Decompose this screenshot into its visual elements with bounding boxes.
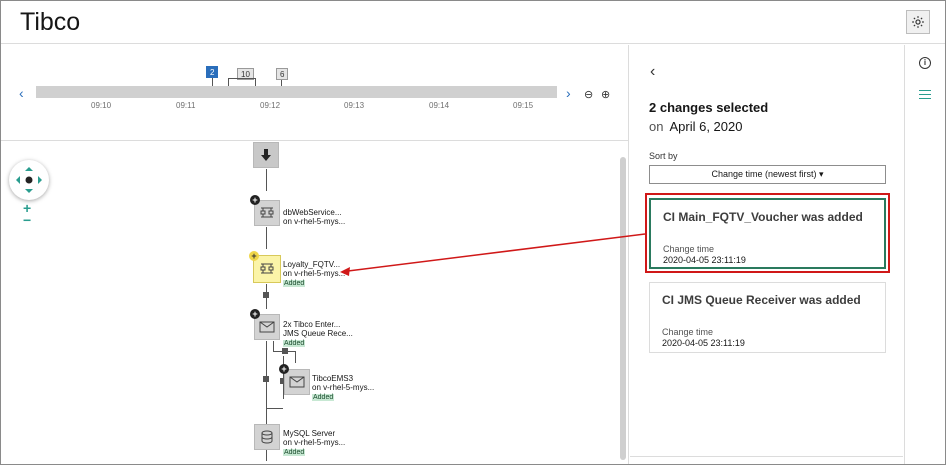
node-host: on v-rhel-5-mys... [283,438,346,447]
edge-marker [263,292,269,298]
node-host: on v-rhel-5-mys... [283,217,346,226]
date-value: April 6, 2020 [669,119,743,134]
pan-control[interactable] [9,160,49,200]
changes-date: on April 6, 2020 [649,119,742,134]
collapse-node[interactable] [253,142,279,168]
topology-node[interactable] [254,424,280,450]
sort-value: Change time (newest first) [711,169,817,179]
scroll-thumb[interactable] [620,157,626,460]
map-navigation-control[interactable]: + − [9,160,49,230]
topology-pane: ‹ › 2 10 6 09:10 09:11 09:12 09:13 09:14… [1,45,629,464]
timeline-stem [255,78,256,86]
change-card-title: CI JMS Queue Receiver was added [662,293,861,307]
expand-icon[interactable]: + [279,364,289,374]
zoom-in-icon[interactable]: ⊕ [601,88,610,101]
timeline-badge[interactable]: 6 [276,68,289,80]
topology-map[interactable]: + − + dbWebService... on v-rhel-5-mys...… [1,142,629,464]
timeline-stem [228,78,229,86]
node-host: JMS Queue Rece... [283,329,353,338]
web-service-icon [260,263,274,274]
node-name: MySQL Server [283,429,336,438]
timeline-track[interactable] [36,86,557,98]
back-chevron-icon[interactable]: ‹ [650,63,655,81]
timeline-tick: 09:13 [344,101,365,110]
queue-icon [259,321,275,333]
node-label: TibcoEMS3 on v-rhel-5-mys... Added [312,374,374,402]
expand-icon[interactable]: + [250,195,260,205]
node-name: 2x Tibco Enter... [283,320,341,329]
node-host: on v-rhel-5-mys... [283,269,346,278]
pan-icon [16,167,42,193]
list-icon[interactable] [919,90,931,100]
timeline: ‹ › 2 10 6 09:10 09:11 09:12 09:13 09:14… [1,45,629,141]
timeline-tick: 09:10 [91,101,112,110]
app-title: Tibco [20,8,81,36]
node-host: on v-rhel-5-mys... [312,383,375,392]
timeline-tick: 09:12 [260,101,281,110]
sort-dropdown[interactable]: Change time (newest first) ▾ [649,165,886,184]
database-icon [261,430,273,444]
down-arrow-icon [261,149,271,161]
added-badge: Added [283,449,306,456]
zoom-out-icon[interactable]: ⊖ [584,88,593,101]
added-badge: Added [283,280,306,287]
timeline-prev-arrow[interactable]: ‹ [19,85,24,101]
app-header: Tibco [1,1,945,44]
panel-divider [630,456,903,457]
timeline-next-arrow[interactable]: › [566,85,571,101]
gear-icon [912,16,924,28]
node-name: Loyalty_FQTV... [283,260,341,269]
timeline-bracket [228,78,256,79]
edge [295,351,296,363]
queue-icon [289,376,305,388]
caret-down-icon: ▾ [819,169,824,179]
node-name: TibcoEMS3 [312,374,354,383]
node-label: MySQL Server on v-rhel-5-mys... Added [283,429,345,457]
expand-icon[interactable]: + [249,251,259,261]
expand-icon[interactable]: + [250,309,260,319]
timeline-tick: 09:14 [429,101,450,110]
timeline-tick: 09:11 [176,101,196,110]
map-zoom-out-button[interactable]: − [23,212,31,228]
added-badge: Added [312,394,335,401]
date-prefix: on [649,119,664,134]
timeline-badge-selected[interactable]: 2 [206,66,219,78]
changes-title: 2 changes selected [649,100,769,115]
info-icon[interactable]: i [919,57,931,69]
topology-node[interactable] [284,369,310,395]
change-time-label: Change time [662,327,714,337]
sort-label: Sort by [649,151,678,161]
change-time-value: 2020-04-05 23:11:19 [662,338,745,348]
web-service-icon [260,207,274,218]
node-label: 2x Tibco Enter... JMS Queue Rece... Adde… [283,320,353,348]
timeline-tick: 09:15 [513,101,534,110]
edge [266,227,267,249]
edge [273,341,274,351]
edge [266,408,283,409]
edge-marker [282,348,288,354]
side-rail: i [904,45,945,464]
timeline-stem [212,78,213,86]
edge-marker [263,376,269,382]
settings-button[interactable] [906,10,930,34]
node-label: dbWebService... on v-rhel-5-mys... [283,208,345,226]
change-card[interactable]: CI JMS Queue Receiver was added Change t… [649,282,886,353]
node-name: dbWebService... [283,208,342,217]
node-label: Loyalty_FQTV... on v-rhel-5-mys... Added [283,260,345,288]
map-scrollbar[interactable] [619,157,627,462]
annotation-highlight-box [645,193,890,273]
edge [266,169,267,191]
added-badge: Added [283,340,306,347]
